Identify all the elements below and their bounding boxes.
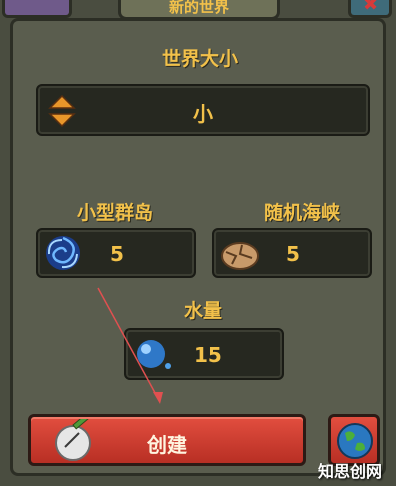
create-button-label: 创建 [147,433,187,457]
close-icon: ✖ [363,0,379,15]
close-button[interactable]: ✖ [348,0,392,18]
random-straits-label: 随机海峡 [263,202,340,224]
world-size-selector[interactable]: 小 [36,84,370,136]
small-islands-setting[interactable]: 5 [36,228,196,278]
annotation-arrow [97,287,163,404]
world-size-value: 小 [193,102,213,126]
small-islands-value: 5 [110,242,124,266]
broken-land-icon [221,242,259,270]
create-button[interactable]: 创建 [28,414,306,466]
left-corner-button[interactable] [2,0,72,18]
watermark-text: 知思创网 [318,462,383,481]
vortex-icon [46,236,80,270]
small-islands-label: 小型群岛 [76,202,153,224]
game-screen: ✖ 新的世界 世界大小 小 小型群岛 5 随机海峡 5 水量 15 创建 知思创… [0,0,396,486]
world-size-label: 世界大小 [161,48,238,70]
water-value: 15 [194,343,222,367]
random-straits-value: 5 [286,242,300,266]
random-straits-setting[interactable]: 5 [212,228,372,278]
globe-icon [337,423,373,459]
window-title: 新的世界 [118,0,280,20]
